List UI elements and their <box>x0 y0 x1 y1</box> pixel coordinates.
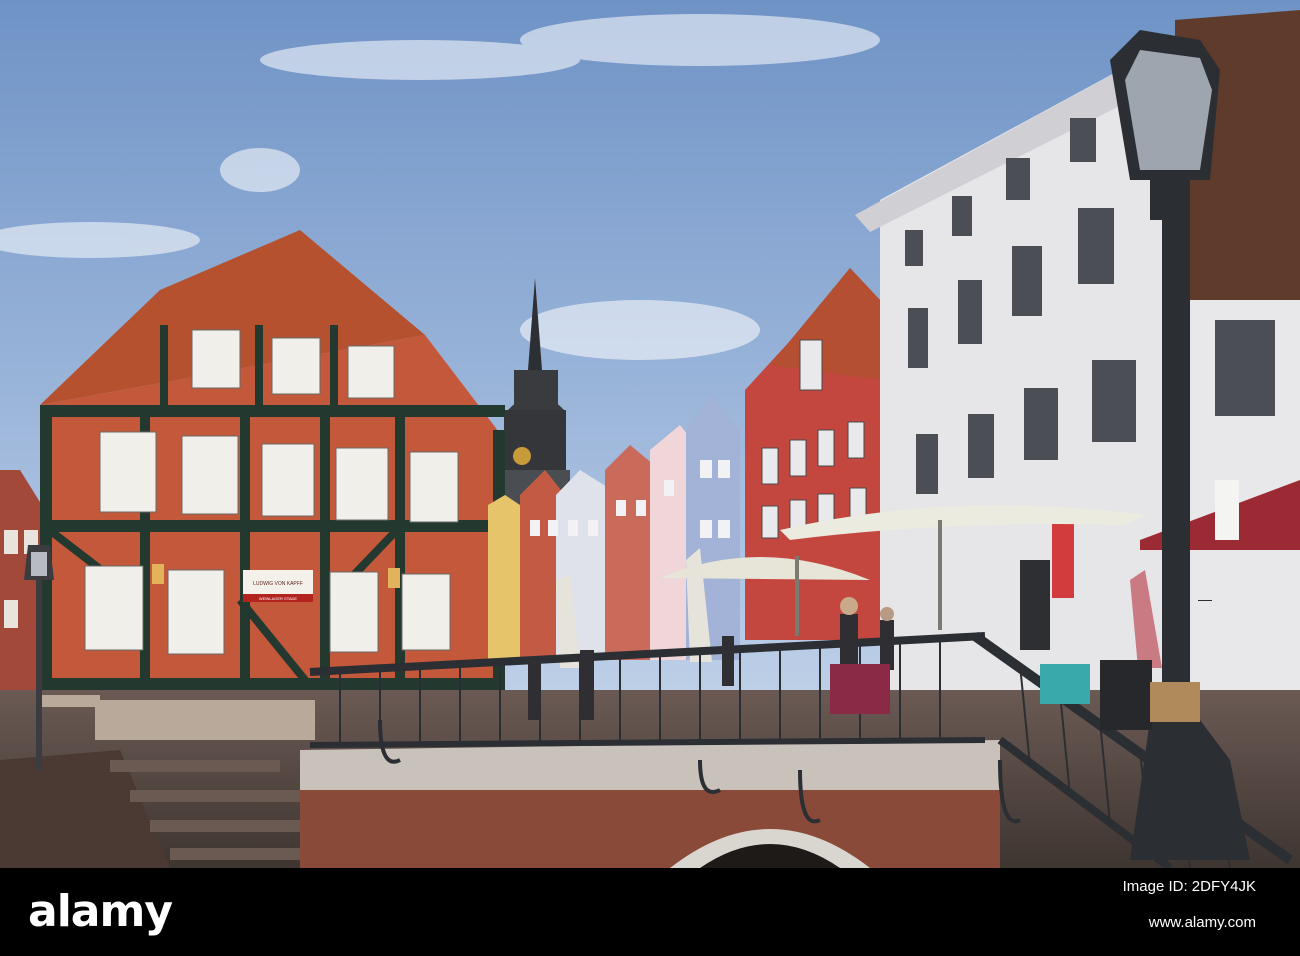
watermark-bar: alamy Image ID: 2DFY4JK www.alamy.com <box>0 868 1300 956</box>
shop-sign-name: LUDWIG VON KAPFF <box>253 581 303 587</box>
alamy-logo: alamy <box>28 886 173 937</box>
image-id: Image ID: 2DFY4JK <box>1122 878 1256 895</box>
shop-sign-subtext: WEINLAGER STADE <box>259 596 297 601</box>
photo: LUDWIG VON KAPFF WEINLAGER STADE <box>0 0 1300 868</box>
watermark-url: www.alamy.com <box>1148 914 1256 931</box>
